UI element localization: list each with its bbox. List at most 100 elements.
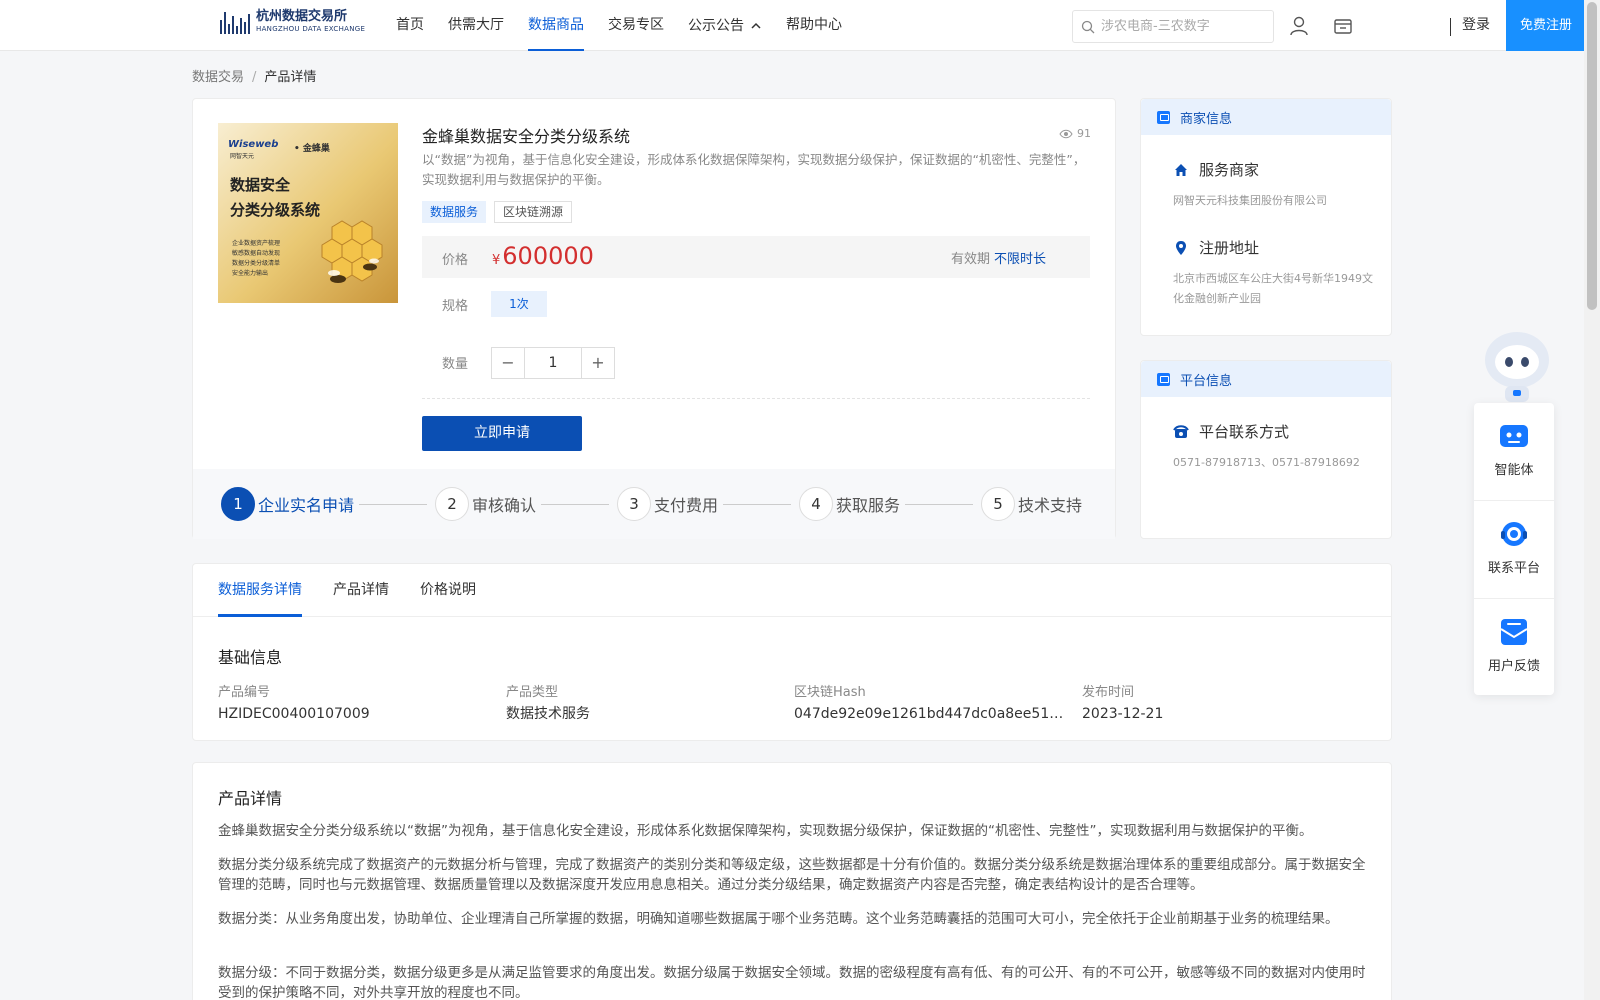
honeycomb-bee-icon bbox=[321, 220, 383, 283]
chatbot-icon bbox=[1500, 425, 1528, 447]
login-link[interactable]: 登录 bbox=[1462, 0, 1490, 51]
main-nav: 首页 供需大厅 数据商品 交易专区 公示公告 帮助中心 bbox=[396, 0, 866, 51]
product-card: Wiseweb 网智天元 • 金蜂巢 数据安全 分类分级系统 企业数据资产梳理 … bbox=[192, 98, 1116, 539]
float-item-agent[interactable]: 智能体 bbox=[1474, 403, 1554, 500]
headset-icon bbox=[1501, 522, 1527, 546]
quantity-decrease-button[interactable]: − bbox=[492, 348, 524, 378]
info-field-value: 数据技术服务 bbox=[506, 706, 590, 722]
quantity-input[interactable]: 1 bbox=[524, 348, 582, 378]
platform-info-title: 平台信息 bbox=[1180, 373, 1233, 389]
service-detail-card: 数据服务详情 产品详情 价格说明 基础信息 产品编号 HZIDEC0040010… bbox=[192, 563, 1392, 741]
info-field-product-type: 产品类型 数据技术服务 bbox=[506, 683, 794, 725]
step-1: 1 企业实名申请 bbox=[221, 487, 354, 521]
step-label: 企业实名申请 bbox=[258, 496, 355, 515]
product-cover-image: Wiseweb 网智天元 • 金蜂巢 数据安全 分类分级系统 企业数据资产梳理 … bbox=[218, 123, 398, 303]
info-field-publish-date: 发布时间 2023-12-21 bbox=[1082, 683, 1370, 725]
nav-supply-demand[interactable]: 供需大厅 bbox=[448, 0, 504, 51]
apply-button[interactable]: 立即申请 bbox=[422, 416, 582, 451]
float-item-feedback[interactable]: 用户反馈 bbox=[1474, 599, 1554, 696]
platform-info-card: 平台信息 平台联系方式 0571-87918713、0571-87918692 bbox=[1140, 360, 1392, 539]
validity: 有效期 不限时长 bbox=[951, 248, 1046, 267]
eye-icon bbox=[1059, 129, 1073, 138]
page-scrollbar[interactable] bbox=[1584, 0, 1600, 1000]
top-header: 杭州数据交易所 HANGZHOU DATA EXCHANGE 首页 供需大厅 数… bbox=[0, 0, 1586, 51]
merchant-info-header: 商家信息 bbox=[1141, 99, 1391, 135]
quantity-label: 数量 bbox=[442, 357, 469, 372]
service-merchant-label: 服务商家 bbox=[1199, 161, 1260, 179]
step-number: 3 bbox=[617, 487, 651, 521]
float-item-label: 用户反馈 bbox=[1487, 659, 1540, 674]
cover-feature: 数据分类分级清单 bbox=[232, 260, 281, 267]
cover-title-line1: 数据安全 bbox=[230, 176, 291, 194]
nav-announcements[interactable]: 公示公告 bbox=[688, 0, 762, 51]
quantity-stepper: − 1 + bbox=[491, 347, 615, 379]
search-icon bbox=[1081, 20, 1095, 33]
validity-label: 有效期 bbox=[950, 252, 990, 267]
view-count: 91 bbox=[1059, 127, 1091, 140]
price-box: 价格 ¥600000 有效期 不限时长 bbox=[422, 236, 1090, 278]
detail-paragraph: 数据分类：从业务角度出发，协助单位、企业理清自己所掌握的数据，明确知道哪些数据属… bbox=[218, 911, 1339, 927]
chevron-up-icon bbox=[751, 22, 761, 29]
shop-icon[interactable] bbox=[1332, 15, 1354, 37]
feedback-mail-icon bbox=[1500, 619, 1528, 645]
tab-service-detail[interactable]: 数据服务详情 bbox=[218, 564, 302, 617]
basic-info-title: 基础信息 bbox=[218, 648, 283, 667]
info-field-label: 产品类型 bbox=[506, 685, 559, 700]
service-merchant-value: 网智天元科技集团股份有限公司 bbox=[1173, 194, 1327, 207]
float-item-label: 联系平台 bbox=[1487, 561, 1540, 576]
search-box[interactable] bbox=[1072, 10, 1274, 43]
merchant-info-title: 商家信息 bbox=[1180, 111, 1233, 127]
floating-service-panel: 智能体 联系平台 用户反馈 bbox=[1474, 403, 1554, 695]
step-label: 审核确认 bbox=[472, 496, 537, 515]
step-4: 4 获取服务 bbox=[799, 487, 900, 521]
step-number: 5 bbox=[981, 487, 1015, 521]
step-number: 2 bbox=[435, 487, 469, 521]
platform-info-header: 平台信息 bbox=[1141, 361, 1391, 397]
nav-home[interactable]: 首页 bbox=[396, 0, 424, 51]
step-connector bbox=[359, 504, 427, 505]
step-connector bbox=[723, 504, 791, 505]
info-field-product-id: 产品编号 HZIDEC00400107009 bbox=[218, 683, 506, 725]
tag-data-service: 数据服务 bbox=[422, 201, 487, 223]
platform-contact-label: 平台联系方式 bbox=[1199, 423, 1290, 441]
product-detail-title: 产品详情 bbox=[218, 789, 283, 808]
step-connector bbox=[905, 504, 973, 505]
cover-brand2: • 金蜂巢 bbox=[294, 144, 330, 154]
user-icon[interactable] bbox=[1288, 15, 1310, 37]
divider bbox=[422, 398, 1090, 399]
breadcrumb-parent[interactable]: 数据交易 bbox=[192, 70, 244, 85]
spec-option[interactable]: 1次 bbox=[491, 291, 547, 317]
float-item-contact[interactable]: 联系平台 bbox=[1474, 501, 1554, 598]
location-pin-icon bbox=[1176, 240, 1186, 255]
platform-contact-row: 平台联系方式 bbox=[1173, 421, 1289, 442]
step-3: 3 支付费用 bbox=[617, 487, 718, 521]
cover-title-line2: 分类分级系统 bbox=[230, 201, 321, 219]
cover-feature: 安全能力输出 bbox=[232, 270, 269, 277]
nav-help-center[interactable]: 帮助中心 bbox=[786, 0, 842, 51]
cover-brand2-text: 金蜂巢 bbox=[302, 144, 330, 154]
service-merchant-row: 服务商家 bbox=[1173, 159, 1259, 180]
tag-blockchain-trace: 区块链溯源 bbox=[494, 201, 573, 223]
detail-tabs: 数据服务详情 产品详情 价格说明 bbox=[193, 564, 1391, 617]
info-box-icon bbox=[1157, 110, 1170, 124]
register-button[interactable]: 免费注册 bbox=[1506, 0, 1586, 51]
tab-price-info[interactable]: 价格说明 bbox=[420, 564, 476, 616]
tab-product-detail[interactable]: 产品详情 bbox=[333, 564, 389, 616]
quantity-increase-button[interactable]: + bbox=[582, 348, 614, 378]
info-field-label: 区块链Hash bbox=[794, 685, 866, 700]
process-steps: 1 企业实名申请 2 审核确认 3 支付费用 4 获取服务 5 技术支持 bbox=[193, 469, 1115, 539]
cover-feature: 企业数据资产梳理 bbox=[232, 240, 281, 247]
address-label: 注册地址 bbox=[1199, 239, 1260, 257]
robot-assistant-icon[interactable] bbox=[1478, 326, 1556, 406]
nav-data-products[interactable]: 数据商品 bbox=[528, 0, 584, 51]
detail-paragraph: 金蜂巢数据安全分类分级系统以“数据”为视角，基于信息化安全建设，形成体系化数据保… bbox=[218, 823, 1313, 839]
breadcrumb: 数据交易 / 产品详情 bbox=[192, 66, 316, 85]
spec-label: 规格 bbox=[442, 299, 469, 314]
phone-icon bbox=[1173, 424, 1189, 438]
nav-trading-zone[interactable]: 交易专区 bbox=[608, 0, 664, 51]
scrollbar-thumb[interactable] bbox=[1587, 2, 1597, 310]
site-logo[interactable]: 杭州数据交易所 HANGZHOU DATA EXCHANGE bbox=[220, 10, 365, 34]
platform-contact-value: 0571-87918713、0571-87918692 bbox=[1173, 456, 1360, 469]
cover-feature: 敏感数据自动发现 bbox=[232, 250, 281, 257]
search-input[interactable] bbox=[1101, 19, 1261, 34]
